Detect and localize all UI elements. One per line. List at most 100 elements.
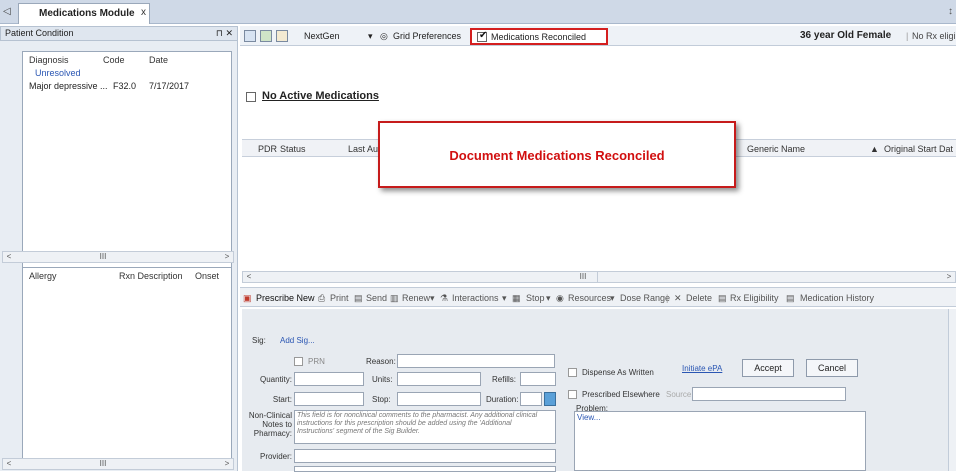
tab-medications-module[interactable]: Medications Module x: [18, 3, 150, 24]
medication-history-button[interactable]: Medication History: [800, 293, 874, 303]
start-label: Start:: [272, 395, 292, 404]
view-link[interactable]: View...: [577, 413, 600, 422]
resources-button[interactable]: Resources: [568, 293, 611, 303]
prescribe-new-icon[interactable]: ▣: [243, 293, 252, 304]
provider-input[interactable]: [294, 449, 556, 463]
start-input[interactable]: [294, 392, 364, 406]
renew-button[interactable]: Renew: [402, 293, 430, 303]
grid-preferences-button[interactable]: Grid Preferences: [393, 31, 461, 41]
interactions-icon[interactable]: ⚗: [440, 293, 448, 304]
resources-icon[interactable]: ◉: [556, 293, 564, 304]
prescribe-new-button[interactable]: Prescribe New: [256, 293, 315, 303]
units-input[interactable]: [397, 372, 481, 386]
date-cell: 7/17/2017: [149, 81, 190, 91]
scroll-right-icon[interactable]: >: [221, 459, 233, 469]
document-icon[interactable]: [276, 30, 288, 42]
medications-reconciled-checkbox[interactable]: ✔ Medications Reconciled: [470, 28, 608, 45]
tab-bar: ◁ Medications Module x ↕: [0, 0, 956, 24]
rx-eligibility-button[interactable]: Rx Eligibility: [730, 293, 779, 303]
sig-label: Sig:: [252, 336, 266, 345]
col-original-start-date[interactable]: Original Start Dat: [884, 144, 956, 154]
delete-button[interactable]: Delete: [686, 293, 712, 303]
col-pdr[interactable]: PDR: [258, 144, 277, 154]
scroll-thumb[interactable]: III: [93, 459, 113, 469]
col-allergy[interactable]: Allergy: [29, 271, 57, 281]
dispense-as-written-checkbox[interactable]: [568, 368, 577, 377]
medication-history-icon[interactable]: ▤: [786, 293, 795, 304]
renew-icon[interactable]: ▥: [390, 293, 399, 304]
col-date[interactable]: Date: [149, 55, 168, 65]
form-vscroll[interactable]: [948, 309, 956, 471]
no-active-medications-label[interactable]: No Active Medications: [262, 90, 379, 102]
prescribed-elsewhere-checkbox[interactable]: [568, 390, 577, 399]
diagnosis-hscroll[interactable]: < III >: [2, 251, 234, 263]
prn-checkbox[interactable]: [294, 357, 303, 366]
send-icon[interactable]: ▤: [354, 293, 363, 304]
reason-label: Reason:: [366, 357, 396, 366]
interactions-button[interactable]: Interactions: [452, 293, 499, 303]
col-onset[interactable]: Onset: [195, 271, 219, 281]
checkbox-box[interactable]: ✔: [477, 30, 488, 42]
no-active-medications-checkbox[interactable]: [246, 92, 256, 103]
stop-input[interactable]: [397, 392, 481, 406]
add-sig-link[interactable]: Add Sig...: [280, 336, 315, 345]
grid-hscroll[interactable]: < III >: [242, 271, 956, 283]
scroll-right-icon[interactable]: >: [221, 252, 233, 262]
refills-input[interactable]: [520, 372, 556, 386]
rx-eligibility-icon[interactable]: ▤: [718, 293, 727, 304]
tab-scroll-left-icon[interactable]: ◁: [3, 6, 11, 17]
send-button[interactable]: Send: [366, 293, 387, 303]
scroll-left-icon[interactable]: <: [243, 272, 255, 282]
scroll-left-icon[interactable]: <: [3, 459, 15, 469]
col-diagnosis[interactable]: Diagnosis: [29, 55, 69, 65]
renew-dropdown-icon[interactable]: ▾: [430, 293, 435, 304]
quantity-input[interactable]: [294, 372, 364, 386]
divider: |: [906, 31, 909, 41]
stop-icon[interactable]: ▦: [512, 293, 521, 304]
col-generic-name[interactable]: Generic Name: [747, 144, 805, 154]
diagnosis-list[interactable]: Diagnosis Code Date Unresolved Major dep…: [22, 51, 232, 275]
col-status[interactable]: Status: [280, 144, 306, 154]
import-icon[interactable]: [260, 30, 272, 42]
col-rxn-description[interactable]: Rxn Description: [119, 271, 183, 281]
dropdown-arrow-icon[interactable]: ▾: [368, 31, 373, 42]
problem-box[interactable]: View...: [574, 411, 866, 471]
tab-title: Medications Module: [39, 8, 135, 19]
stop-dropdown-icon[interactable]: ▾: [546, 293, 551, 304]
reason-input[interactable]: [397, 354, 555, 368]
stop-button[interactable]: Stop: [526, 293, 545, 303]
dose-range-button[interactable]: Dose Range: [620, 293, 670, 303]
prn-label: PRN: [308, 357, 325, 366]
delete-icon[interactable]: ✕: [674, 293, 682, 304]
interactions-dropdown-icon[interactable]: ▾: [502, 293, 507, 304]
scroll-thumb[interactable]: III: [93, 252, 113, 262]
lower-input[interactable]: [294, 466, 556, 472]
group-unresolved[interactable]: Unresolved: [35, 68, 81, 78]
source-input[interactable]: [692, 387, 846, 401]
cancel-button[interactable]: Cancel: [806, 359, 858, 377]
col-code[interactable]: Code: [103, 55, 125, 65]
code-cell: F32.0: [113, 81, 137, 91]
grid-preferences-icon[interactable]: ◎: [380, 31, 388, 42]
print-icon[interactable]: ⎙: [318, 293, 325, 304]
scroll-left-icon[interactable]: <: [3, 252, 15, 262]
scroll-thumb[interactable]: III: [573, 272, 593, 282]
print-button[interactable]: Print: [330, 293, 349, 303]
refresh-icon[interactable]: [244, 30, 256, 42]
pin-close-icon[interactable]: ⊓ ✕: [216, 28, 233, 39]
accept-button[interactable]: Accept: [742, 359, 794, 377]
duration-input[interactable]: [520, 392, 542, 406]
scroll-right-icon[interactable]: >: [943, 272, 955, 282]
checkmark-icon: ✔: [479, 30, 488, 41]
col-last-au[interactable]: Last Au: [348, 144, 378, 154]
calculator-icon[interactable]: [544, 392, 556, 406]
resources-dropdown-icon[interactable]: ▾: [610, 293, 615, 304]
tab-close-icon[interactable]: x: [141, 7, 146, 18]
window-control-icon[interactable]: ↕: [948, 6, 953, 17]
pharmacy-notes-textarea[interactable]: This field is for nonclinical comments t…: [294, 410, 556, 444]
allergy-list[interactable]: Allergy Rxn Description Onset: [22, 267, 232, 460]
source-label[interactable]: NextGen: [304, 31, 340, 41]
allergy-hscroll[interactable]: < III >: [2, 458, 234, 470]
initiate-epa-link[interactable]: Initiate ePA: [682, 364, 722, 373]
callout-text: Document Medications Reconciled: [449, 148, 665, 163]
